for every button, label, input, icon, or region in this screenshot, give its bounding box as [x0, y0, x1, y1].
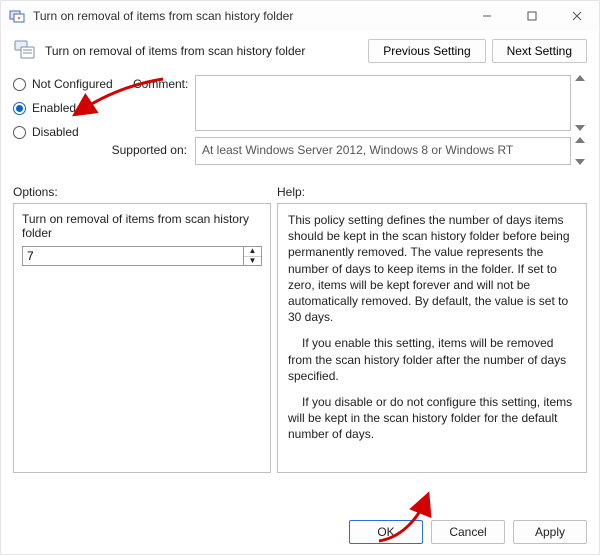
spin-down-button[interactable]: ▼ [244, 257, 261, 266]
dialog-button-bar: OK Cancel Apply [341, 520, 587, 544]
minimize-button[interactable] [464, 1, 509, 31]
radio-enabled[interactable]: Enabled [13, 101, 131, 115]
help-label: Help: [271, 185, 587, 199]
days-input[interactable] [22, 246, 244, 266]
chevron-down-icon: ▼ [249, 257, 257, 265]
radio-dot-icon [13, 102, 26, 115]
previous-setting-button[interactable]: Previous Setting [368, 39, 485, 63]
scroll-up-icon [575, 137, 585, 143]
comment-label: Comment: [133, 75, 193, 91]
help-paragraph: If you disable or do not configure this … [288, 394, 576, 443]
supported-on-value: At least Windows Server 2012, Windows 8 … [195, 137, 571, 165]
supported-scroll[interactable] [573, 137, 587, 165]
radio-not-configured[interactable]: Not Configured [13, 77, 131, 91]
options-pane: Turn on removal of items from scan histo… [13, 203, 271, 473]
options-label: Options: [13, 185, 271, 199]
comment-textarea[interactable] [195, 75, 571, 131]
policy-header: Turn on removal of items from scan histo… [1, 31, 599, 75]
window-title: Turn on removal of items from scan histo… [33, 9, 293, 23]
option-item-label: Turn on removal of items from scan histo… [22, 212, 262, 240]
scroll-down-icon [575, 159, 585, 165]
scroll-up-icon [575, 75, 585, 81]
apply-button[interactable]: Apply [513, 520, 587, 544]
policy-title: Turn on removal of items from scan histo… [45, 44, 305, 58]
help-pane: This policy setting defines the number o… [277, 203, 587, 473]
scroll-down-icon [575, 125, 585, 131]
app-icon [9, 8, 25, 24]
comment-scroll[interactable] [573, 75, 587, 131]
radio-label: Not Configured [32, 77, 113, 91]
title-bar: Turn on removal of items from scan histo… [1, 1, 599, 31]
cancel-button[interactable]: Cancel [431, 520, 505, 544]
next-setting-button[interactable]: Next Setting [492, 39, 587, 63]
radio-dot-icon [13, 78, 26, 91]
close-button[interactable] [554, 1, 599, 31]
supported-on-label: Supported on: [13, 137, 193, 157]
help-paragraph: If you enable this setting, items will b… [288, 335, 576, 384]
radio-label: Enabled [32, 101, 76, 115]
maximize-button[interactable] [509, 1, 554, 31]
chevron-up-icon: ▲ [249, 247, 257, 255]
ok-button[interactable]: OK [349, 520, 423, 544]
policy-icon [13, 40, 37, 62]
help-paragraph: This policy setting defines the number o… [288, 212, 576, 325]
spin-buttons: ▲ ▼ [244, 246, 262, 266]
